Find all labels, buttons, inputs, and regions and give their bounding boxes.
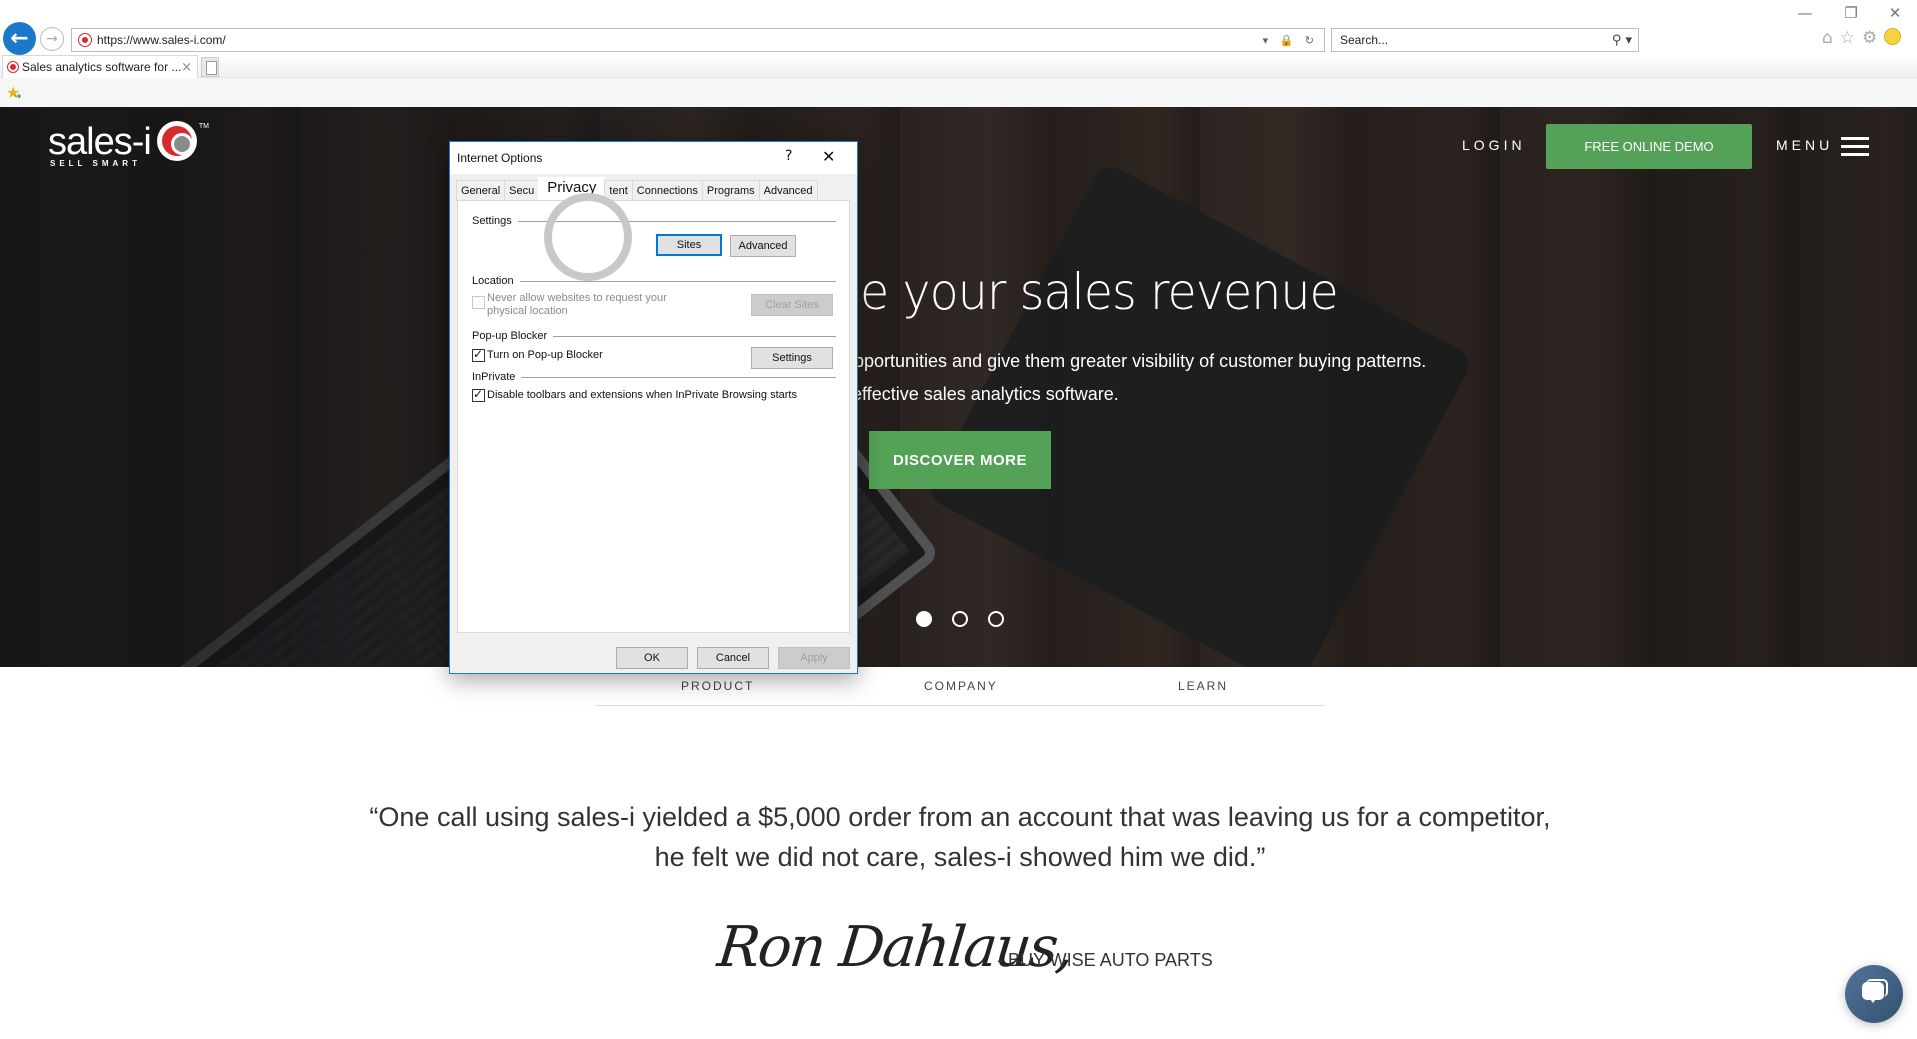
group-inprivate: InPrivate — [472, 371, 836, 383]
tab-content[interactable]: tent — [604, 180, 633, 201]
popup-checkbox-row[interactable]: Turn on Pop-up Blocker — [472, 347, 603, 362]
tab-programs[interactable]: Programs — [701, 180, 760, 201]
testimonial-company: - BUY WISE AUTO PARTS — [997, 950, 1213, 970]
ok-button[interactable]: OK — [616, 647, 688, 669]
inprivate-checkbox-row[interactable]: Disable toolbars and extensions when InP… — [472, 387, 797, 402]
chat-button[interactable] — [1845, 965, 1903, 1023]
tab-connections[interactable]: Connections — [631, 180, 703, 201]
tab-privacy[interactable]: Privacy — [538, 177, 606, 201]
gear-icon[interactable]: ⚙ — [1862, 28, 1877, 48]
close-window-button[interactable]: ✕ — [1880, 4, 1910, 22]
advanced-button[interactable]: Advanced — [730, 235, 796, 257]
section-nav-company[interactable]: COMPANY — [924, 679, 998, 693]
logo-wordmark: sales-i — [48, 121, 152, 163]
cancel-button[interactable]: Cancel — [697, 647, 769, 669]
add-arrow-icon: ➜ — [14, 92, 22, 102]
menu-label[interactable]: MENU — [1776, 137, 1833, 153]
screen: — ❐ ✕ ← → https://www.sales-i.com/ ▾ 🔒 ↻… — [0, 0, 1917, 1039]
clear-sites-button[interactable]: Clear Sites — [751, 294, 833, 316]
location-checkbox[interactable] — [472, 296, 485, 309]
browser-toolbar: — ❐ ✕ ← → https://www.sales-i.com/ ▾ 🔒 ↻… — [0, 0, 1917, 55]
favorites-star-icon[interactable]: ☆ — [1840, 28, 1855, 48]
hero-subtitle-line-1: pportunities and give them greater visib… — [854, 351, 1427, 371]
section-nav-product[interactable]: PRODUCT — [681, 679, 754, 693]
forward-arrow-icon: → — [46, 31, 58, 47]
testimonial-quote: “One call using sales-i yielded a $5,000… — [369, 802, 1551, 872]
chat-bubble-icon — [1862, 982, 1884, 1003]
dialog-title: Internet Options — [457, 151, 543, 165]
carousel-dot-1[interactable] — [916, 611, 932, 627]
tab-advanced[interactable]: Advanced — [758, 180, 818, 201]
hero-title: e your sales revenue — [860, 263, 1339, 321]
browser-tool-icons: ⌂ ☆ ⚙ — [1822, 28, 1902, 48]
popup-settings-button[interactable]: Settings — [751, 347, 833, 369]
carousel-dot-3[interactable] — [988, 611, 1004, 627]
logo-tagline: SELL SMART — [50, 159, 141, 168]
location-checkbox-row[interactable]: Never allow websites to request your phy… — [472, 292, 667, 318]
login-link[interactable]: LOGIN — [1462, 137, 1526, 153]
back-button[interactable]: ← — [3, 22, 36, 55]
browser-tab[interactable]: Sales analytics software for ... × — [2, 55, 198, 78]
privacy-panel: Settings Sites Advanced Location Never a… — [457, 193, 850, 633]
search-input[interactable] — [1340, 33, 1612, 47]
tab-security[interactable]: Secu — [504, 180, 540, 201]
group-popup-blocker: Pop-up Blocker — [472, 330, 836, 342]
back-arrow-icon: ← — [10, 26, 29, 51]
group-settings: Settings — [472, 215, 836, 227]
carousel-dot-2[interactable] — [952, 611, 968, 627]
group-popup-label: Pop-up Blocker — [472, 330, 548, 342]
group-inprivate-label: InPrivate — [472, 371, 516, 383]
hero-subtitle-line-2: effective sales analytics software. — [852, 384, 1119, 404]
search-box[interactable]: ⚲ ▾ — [1331, 28, 1639, 52]
tab-general[interactable]: General — [456, 180, 506, 201]
favorites-bar: ★ ➜ — [0, 78, 1917, 107]
popup-checkbox-label: Turn on Pop-up Blocker — [487, 349, 603, 361]
group-location-label: Location — [472, 275, 514, 287]
location-checkbox-label: Never allow websites to request your phy… — [487, 292, 667, 317]
forward-button[interactable]: → — [40, 27, 64, 51]
search-icon[interactable]: ⚲ ▾ — [1612, 33, 1638, 48]
site-favicon-icon — [79, 34, 91, 46]
tab-bar: Sales analytics software for ... × — [0, 55, 1917, 78]
feedback-smiley-icon[interactable] — [1884, 28, 1902, 45]
section-nav: PRODUCT COMPANY LEARN — [595, 676, 1325, 706]
free-demo-button[interactable]: FREE ONLINE DEMO — [1546, 124, 1752, 169]
popup-checkbox[interactable] — [472, 347, 485, 362]
home-icon[interactable]: ⌂ — [1822, 28, 1833, 48]
dialog-titlebar[interactable]: Internet Options ? ✕ — [450, 142, 857, 174]
new-tab-button[interactable] — [201, 57, 219, 77]
site-logo[interactable]: sales-i TM SELL SMART — [48, 121, 209, 168]
dialog-tabs: General Secu Privacy tent Connections Pr… — [456, 177, 818, 201]
url-text[interactable]: https://www.sales-i.com/ — [97, 33, 1263, 47]
group-settings-label: Settings — [472, 215, 512, 227]
apply-button[interactable]: Apply — [778, 647, 850, 669]
sites-button[interactable]: Sites — [656, 234, 722, 256]
carousel-dots — [916, 611, 1004, 627]
discover-more-button[interactable]: DISCOVER MORE — [869, 431, 1051, 489]
minimize-button[interactable]: — — [1790, 4, 1820, 22]
lock-refresh-icons[interactable]: ▾ 🔒 ↻ — [1263, 34, 1324, 47]
logo-target-icon — [156, 121, 197, 161]
hamburger-menu-icon[interactable] — [1841, 137, 1869, 156]
inprivate-checkbox[interactable] — [472, 387, 485, 402]
logo-trademark: TM — [198, 123, 209, 130]
internet-options-dialog: Internet Options ? ✕ General Secu Privac… — [449, 141, 858, 674]
group-location: Location — [472, 275, 836, 287]
dialog-help-button[interactable]: ? — [785, 148, 792, 164]
address-bar[interactable]: https://www.sales-i.com/ ▾ 🔒 ↻ — [71, 28, 1325, 52]
inprivate-checkbox-label: Disable toolbars and extensions when InP… — [487, 389, 797, 401]
section-nav-learn[interactable]: LEARN — [1178, 679, 1228, 693]
dialog-close-button[interactable]: ✕ — [822, 147, 835, 166]
restore-button[interactable]: ❐ — [1836, 4, 1866, 22]
highlight-circle — [544, 193, 632, 281]
tab-favicon-icon — [8, 62, 18, 72]
tab-close-icon[interactable]: × — [181, 60, 197, 75]
tab-title: Sales analytics software for ... — [22, 60, 182, 74]
